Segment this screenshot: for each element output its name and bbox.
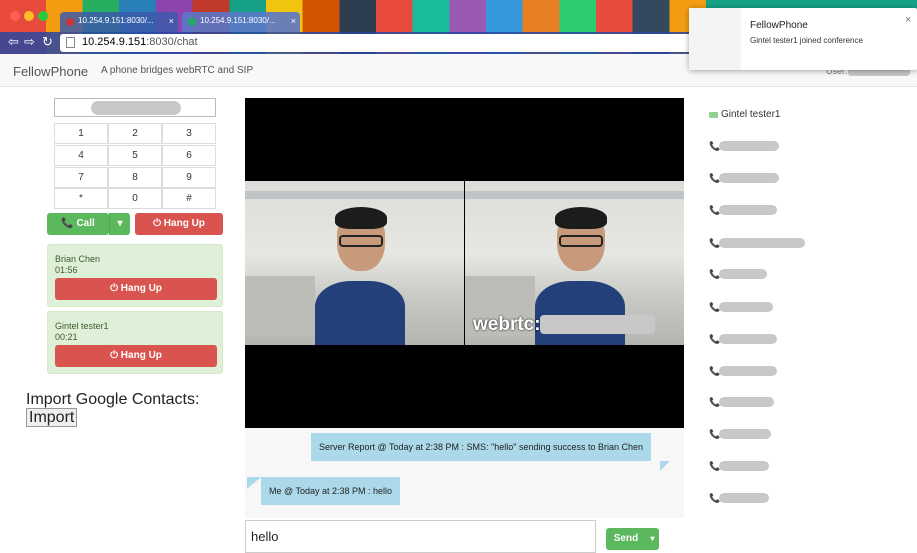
call-party-name: Brian Chen [55,254,101,264]
video-person-glasses [339,235,383,247]
dialpad-key[interactable]: 0 [108,188,162,209]
contact-name-redacted [719,205,777,215]
dialpad-key[interactable]: 7 [54,167,108,188]
contact-name-redacted [719,173,779,183]
dialpad-key[interactable]: 6 [162,145,216,166]
contact-online-name[interactable]: Gintel tester1 [721,109,780,120]
contact-name-redacted [719,238,805,248]
forward-arrow-icon[interactable]: ⇨ [24,35,35,49]
contact-name-redacted [719,493,769,503]
contact-name-redacted [719,334,777,344]
notification-close-icon[interactable]: × [905,14,911,26]
caret-down-icon: ▾ [117,218,123,229]
active-call-card: Gintel tester1 00:21 ⏻ Hang Up [47,311,223,374]
video-scene-shelf [245,276,315,336]
window-zoom-button[interactable] [38,11,48,21]
video-stage [245,98,684,428]
contact-name-redacted [719,429,771,439]
favicon-icon [188,18,196,26]
video-scene-ceiling [465,191,684,199]
video-person-shirt [315,281,405,345]
call-duration: 01:56 [55,265,78,275]
video-overlay-redacted [540,315,655,334]
video-person-shirt [535,281,625,345]
dialpad-key[interactable]: 5 [108,145,162,166]
back-arrow-icon[interactable]: ⇦ [8,35,19,49]
notification-body: Gintel tester1 joined conference [750,36,863,45]
phone-icon: 📞 [61,218,74,229]
power-icon: ⏻ [110,350,119,361]
dialpad-key[interactable]: * [54,188,108,209]
video-person-glasses [559,235,603,247]
contact-name-redacted [719,461,769,471]
video-person [315,207,405,345]
contact-name-redacted [719,141,779,151]
phone-number-input[interactable] [54,98,216,117]
call-button[interactable]: 📞 Call [47,213,109,235]
video-overlay-label: webrtc: [473,314,541,335]
contact-name-redacted [719,397,774,407]
window-close-button[interactable] [10,11,20,21]
send-dropdown-toggle[interactable]: ▾ [646,528,659,550]
window-minimize-button[interactable] [24,11,34,21]
dialpad-key[interactable]: 3 [162,123,216,144]
address-bar[interactable]: 10.254.9.151:8030/chat [60,34,710,52]
url-path: :8030/chat [146,36,198,48]
chat-bubble-tail [660,461,670,471]
dialpad-key[interactable]: 4 [54,145,108,166]
hangup-button-label: Hang Up [163,218,205,229]
local-video-frame [245,181,464,345]
send-button[interactable]: Send [606,528,646,550]
call-party-name: Gintel tester1 [55,321,109,331]
page-icon [66,37,75,48]
brand-logo[interactable]: FellowPhone [13,64,88,79]
tab-close-icon[interactable]: × [169,16,174,26]
dialpad-key[interactable]: # [162,188,216,209]
hangup-button[interactable]: ⏻ Hang Up [135,213,223,235]
import-contacts-button[interactable]: Import [26,408,78,427]
dialpad-key[interactable]: 1 [54,123,108,144]
call-duration: 00:21 [55,332,78,342]
active-call-card: Brian Chen 01:56 ⏻ Hang Up [47,244,223,307]
power-icon: ⏻ [110,283,119,294]
chat-input[interactable] [245,520,596,553]
favicon-icon [66,18,74,26]
contact-name-redacted [719,269,767,279]
chat-bubble-tail [247,477,261,489]
call-hangup-label: Hang Up [120,350,162,361]
chat-message-server: Server Report @ Today at 2:38 PM : SMS: … [311,433,652,461]
url-host: 10.254.9.151 [82,36,147,48]
call-dropdown-toggle[interactable]: ▾ [109,213,130,235]
tab-title: 10.254.9.151:8030/... [200,16,276,25]
call-hangup-button[interactable]: ⏻ Hang Up [55,278,217,300]
notification-title: FellowPhone [750,20,808,31]
navbar-tagline: A phone bridges webRTC and SIP [101,65,254,76]
dialpad-key[interactable]: 8 [108,167,162,188]
desktop-notification[interactable]: FellowPhone Gintel tester1 joined confer… [689,8,917,70]
browser-tab-2[interactable]: 10.254.9.151:8030/... × [182,12,300,32]
reload-icon[interactable]: ↻ [42,35,53,49]
contact-name-redacted [719,366,777,376]
call-hangup-button[interactable]: ⏻ Hang Up [55,345,217,367]
tab-title: 10.254.9.151:8030/... [78,16,154,25]
video-person-hair [335,207,387,229]
dialpad-key[interactable]: 2 [108,123,162,144]
browser-tab-1[interactable]: 10.254.9.151:8030/... × [60,12,178,32]
call-button-label: Call [76,218,95,229]
notification-icon [689,8,741,70]
call-hangup-label: Hang Up [120,283,162,294]
video-scene-ceiling [245,191,464,199]
tab-close-icon[interactable]: × [291,16,296,26]
power-icon: ⏻ [153,218,162,229]
import-contacts-heading: Import Google Contacts: [26,391,200,408]
video-person-hair [555,207,607,229]
phone-number-redacted [91,101,181,115]
dialpad-key[interactable]: 9 [162,167,216,188]
online-status-icon [709,112,718,118]
chat-message-me: Me @ Today at 2:38 PM : hello [261,477,401,505]
contact-name-redacted [719,302,773,312]
